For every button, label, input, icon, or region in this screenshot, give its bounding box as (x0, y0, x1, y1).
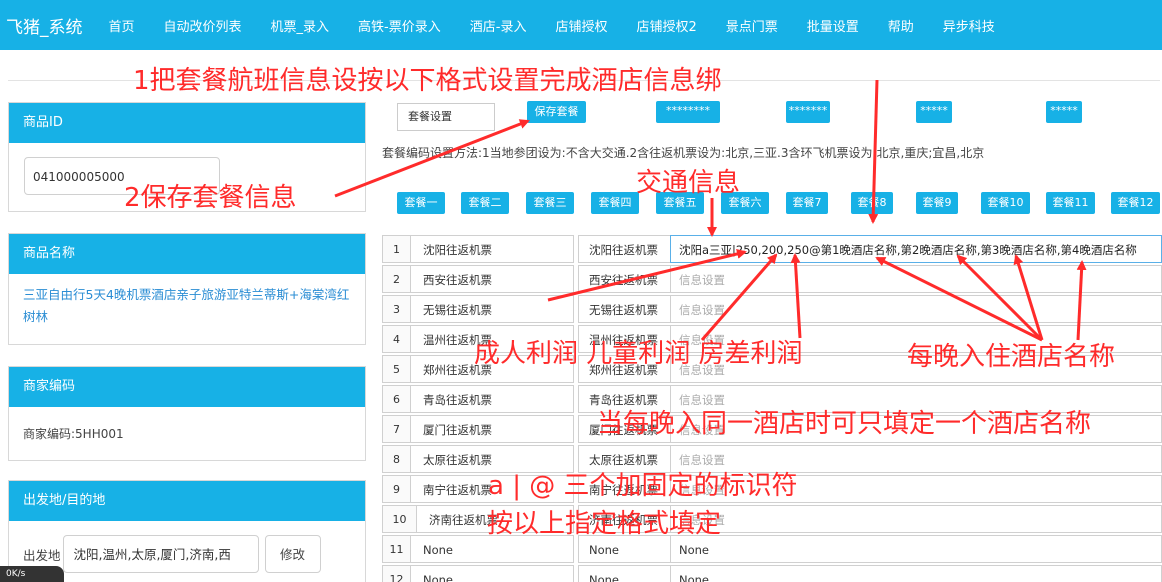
save-package-button[interactable]: 保存套餐 (527, 101, 586, 123)
row-info-input[interactable]: 沈阳a三亚|250,200,250@第1晚酒店名称,第2晚酒店名称,第3晚酒店名… (670, 235, 1162, 263)
row-route-input[interactable]: 厦门往返机票 (410, 415, 574, 443)
row-number: 1 (382, 235, 410, 263)
product-name-link[interactable]: 三亚自由行5天4晚机票酒店亲子旅游亚特兰蒂斯+海棠湾红树林 (23, 284, 351, 328)
row-number: 12 (382, 565, 410, 582)
row-route-label: 西安往返机票 (578, 265, 670, 293)
nav-shop-auth-2[interactable]: 店铺授权2 (636, 16, 696, 35)
tab-package-2[interactable]: 套餐二 (461, 192, 509, 214)
row-number: 8 (382, 445, 410, 473)
merchant-code-value: 商家编码:5HH001 (23, 427, 124, 441)
row-info-input[interactable]: 信息设置 (670, 265, 1162, 293)
annotation-step-2: 2保存套餐信息 (124, 183, 297, 213)
row-info-input[interactable]: 信息设置 (670, 295, 1162, 323)
nav-rail-price-entry[interactable]: 高铁-票价录入 (358, 16, 441, 35)
product-name-panel: 商品名称 三亚自由行5天4晚机票酒店亲子旅游亚特兰蒂斯+海棠湾红树林 (8, 233, 366, 345)
row-number: 5 (382, 355, 410, 383)
nav-home[interactable]: 首页 (109, 16, 135, 35)
modify-button[interactable]: 修改 (264, 535, 321, 573)
tab-package-9[interactable]: 套餐9 (916, 192, 958, 214)
row-number: 10 (382, 505, 416, 533)
masked-button-3[interactable]: ***** (916, 101, 952, 123)
package-setting-input[interactable]: 套餐设置 (397, 103, 495, 131)
tab-package-4[interactable]: 套餐四 (591, 192, 639, 214)
row-route-input[interactable]: 西安往返机票 (410, 265, 574, 293)
tab-package-3[interactable]: 套餐三 (526, 192, 574, 214)
annotation-identifiers: a | @ 三个加固定的标识符 (488, 471, 798, 501)
nav-hotel-entry[interactable]: 酒店-录入 (470, 16, 527, 35)
row-info-input[interactable]: None (670, 565, 1162, 582)
departure-title: 出发地/目的地 (9, 481, 365, 521)
row-number: 2 (382, 265, 410, 293)
row-number: 9 (382, 475, 410, 503)
tab-package-10[interactable]: 套餐10 (981, 192, 1030, 214)
row-route-input[interactable]: 无锡往返机票 (410, 295, 574, 323)
nav-help[interactable]: 帮助 (888, 16, 914, 35)
product-id-title: 商品ID (9, 103, 365, 143)
tab-package-8[interactable]: 套餐8 (851, 192, 893, 214)
departure-panel: 出发地/目的地 出发地 沈阳,温州,太原,厦门,济南,西 修改 (8, 480, 366, 582)
annotation-hotel-name: 每晚入住酒店名称 (907, 342, 1116, 372)
row-info-input[interactable]: None (670, 535, 1162, 563)
product-name-title: 商品名称 (9, 234, 365, 274)
masked-button-1[interactable]: ******** (656, 101, 720, 123)
row-number: 7 (382, 415, 410, 443)
nav-attraction-tickets[interactable]: 景点门票 (726, 16, 778, 35)
merchant-code-panel: 商家编码 商家编码:5HH001 (8, 366, 366, 461)
masked-button-2[interactable]: ******* (786, 101, 830, 123)
row-route-label: None (578, 565, 670, 582)
nav-auto-price-list[interactable]: 自动改价列表 (164, 16, 242, 35)
row-route-label: 无锡往返机票 (578, 295, 670, 323)
annotation-step-1: 1把套餐航班信息设按以下格式设置完成酒店信息绑 (133, 66, 722, 96)
tab-package-7[interactable]: 套餐7 (786, 192, 828, 214)
nav-shop-auth[interactable]: 店铺授权 (555, 16, 607, 35)
departure-input[interactable]: 沈阳,温州,太原,厦门,济南,西 (62, 535, 259, 573)
tab-package-12[interactable]: 套餐12 (1111, 192, 1160, 214)
row-info-input[interactable]: 信息设置 (670, 505, 1162, 533)
merchant-code-title: 商家编码 (9, 367, 365, 407)
row-route-label: 沈阳往返机票 (578, 235, 670, 263)
annotation-format: 按以上指定格式填定 (487, 509, 722, 539)
nav-batch-settings[interactable]: 批量设置 (807, 16, 859, 35)
annotation-profit: 成人利润 儿童利润 房差利润 (474, 339, 803, 369)
nav-flight-entry[interactable]: 机票_录入 (271, 16, 330, 35)
masked-button-4[interactable]: ***** (1046, 101, 1082, 123)
tab-package-1[interactable]: 套餐一 (397, 192, 445, 214)
row-number: 11 (382, 535, 410, 563)
brand-title[interactable]: 飞猪_系统 (6, 13, 83, 38)
row-number: 3 (382, 295, 410, 323)
departure-label: 出发地 (23, 547, 61, 563)
tab-package-11[interactable]: 套餐11 (1046, 192, 1095, 214)
annotation-same-hotel: 当每晚入同一酒店时可只填定一个酒店名称 (597, 409, 1092, 439)
top-navbar: 飞猪_系统 首页 自动改价列表 机票_录入 高铁-票价录入 酒店-录入 店铺授权… (0, 0, 1162, 50)
row-number: 6 (382, 385, 410, 413)
network-speed-badge: 0K/s (0, 566, 64, 582)
row-route-input[interactable]: None (410, 565, 574, 582)
row-route-input[interactable]: 沈阳往返机票 (410, 235, 574, 263)
row-number: 4 (382, 325, 410, 353)
nav-company[interactable]: 异步科技 (943, 16, 995, 35)
row-route-input[interactable]: 青岛往返机票 (410, 385, 574, 413)
package-code-hint: 套餐编码设置方法:1当地参团设为:不含大交通.2含往返机票设为:北京,三亚.3含… (382, 146, 985, 160)
annotation-traffic-info: 交通信息 (636, 168, 741, 198)
